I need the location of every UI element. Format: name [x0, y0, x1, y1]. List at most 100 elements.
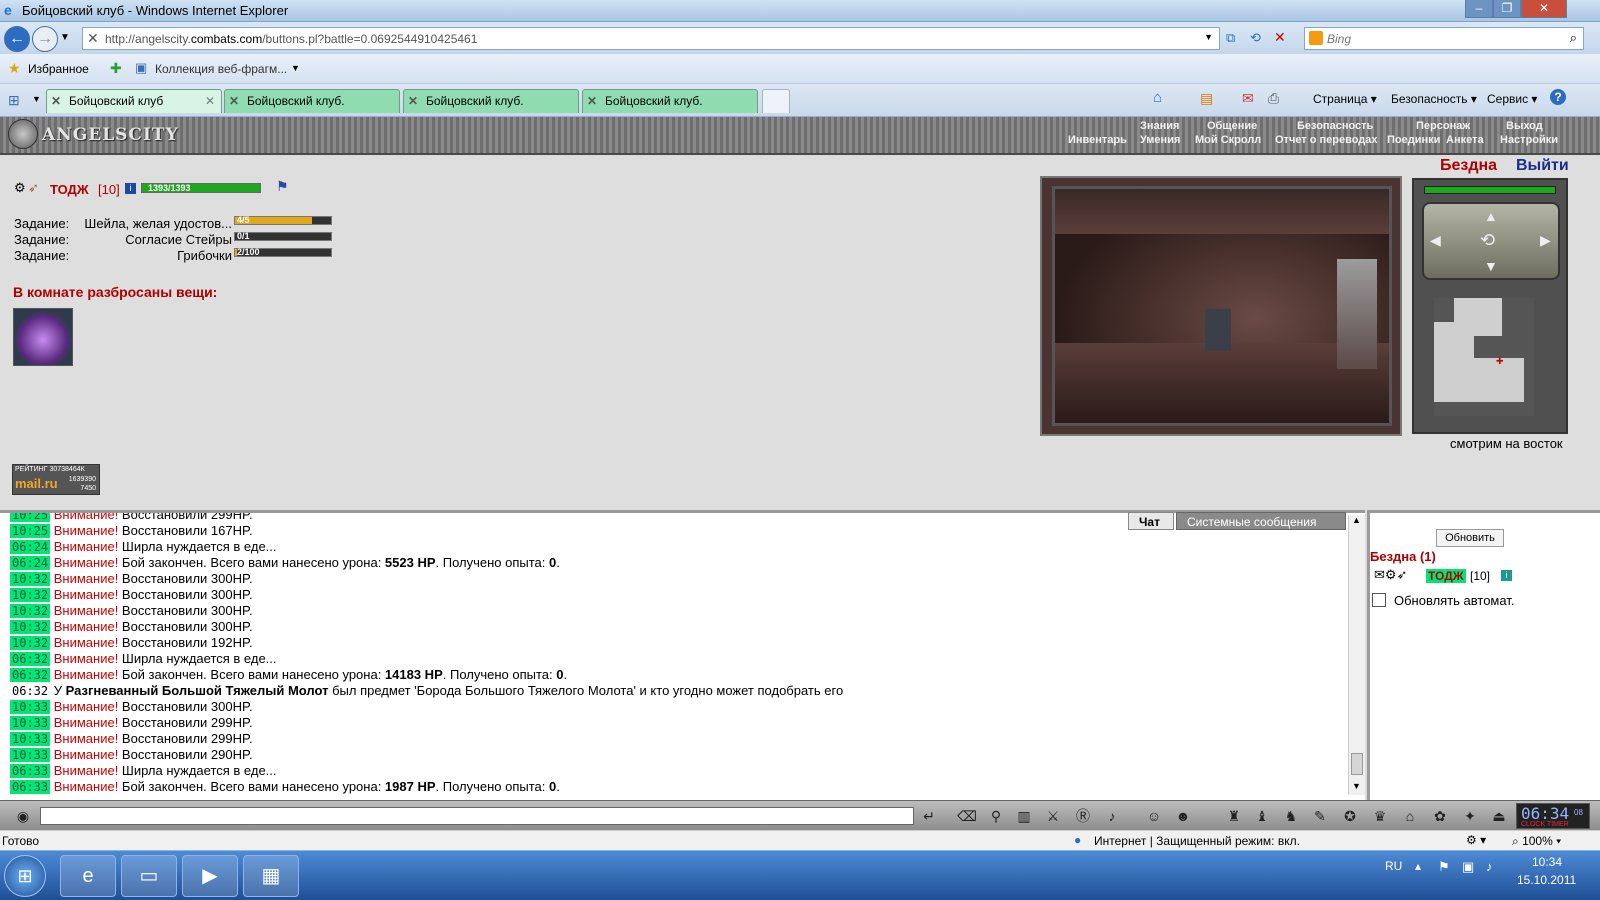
exit-icon[interactable]: ⏏ [1488, 806, 1510, 826]
arrow-down-icon[interactable]: ▼ [1484, 258, 1498, 274]
fight-icon[interactable]: ⚔ [1042, 806, 1064, 826]
tab-close-icon[interactable]: ✕ [205, 90, 215, 112]
close-button[interactable]: ✕ [1521, 0, 1567, 18]
message-timestamp[interactable]: 10:33 [10, 732, 51, 746]
exit-link[interactable]: Выйти [1516, 157, 1569, 175]
history-dropdown-icon[interactable]: ▼ [60, 32, 70, 43]
message-timestamp[interactable]: 10:32 [10, 588, 51, 602]
tray-flag-icon[interactable]: ⚑ [1438, 859, 1450, 875]
potion-item-icon[interactable] [13, 308, 73, 366]
action-icon-8[interactable]: ✿ [1429, 806, 1451, 826]
message-timestamp[interactable]: 06:33 [10, 780, 51, 794]
room-user-info-icon[interactable]: i [1501, 570, 1512, 581]
menu-skills[interactable]: Умения [1140, 134, 1180, 146]
tray-arrow-icon[interactable]: ▴ [1415, 859, 1421, 873]
service-menu[interactable]: Сервис ▾ [1487, 92, 1537, 106]
tab-4[interactable]: ✕ Бойцовский клуб. [582, 89, 758, 113]
message-timestamp[interactable]: 10:32 [10, 604, 51, 618]
compat-icon[interactable]: ⧉ [1226, 30, 1235, 46]
menu-fights[interactable]: Поединки [1387, 134, 1440, 146]
mask-icon[interactable]: ☻ [1172, 806, 1194, 826]
protected-mode-icon[interactable]: ⚙ ▾ [1466, 833, 1486, 847]
print-icon[interactable]: ⎙ [1268, 90, 1279, 107]
language-indicator[interactable]: RU [1385, 859, 1402, 873]
message-timestamp[interactable]: 06:32 [10, 652, 51, 666]
menu-profile[interactable]: Анкета [1446, 134, 1484, 146]
action-icon-6[interactable]: ♛ [1369, 806, 1391, 826]
message-timestamp[interactable]: 10:33 [10, 700, 51, 714]
mail-ru-counter[interactable]: РЕЙТИНГ 30738464К mail.ru 1639390 7450 [12, 464, 100, 495]
npc-figure-icon[interactable] [1337, 259, 1377, 369]
message-timestamp[interactable]: 10:32 [10, 620, 51, 634]
player-name[interactable]: ТОДЖ [50, 182, 89, 197]
action-icon-5[interactable]: ✪ [1339, 806, 1361, 826]
scroll-down-icon[interactable]: ▼ [1352, 781, 1361, 791]
search-icon[interactable]: ⌕ [1570, 30, 1577, 46]
taskbar-app-icon[interactable]: ▦ [243, 855, 299, 897]
turn-right-icon[interactable]: ▶ [1540, 232, 1551, 249]
chat-mode-icon[interactable]: ◉ [12, 806, 34, 826]
flag-icon[interactable]: ⚑ [276, 178, 289, 195]
gallery-dropdown-icon[interactable]: ▼ [291, 63, 300, 73]
tray-volume-icon[interactable]: ♪ [1486, 859, 1493, 874]
safety-menu[interactable]: Безопасность ▾ [1391, 92, 1477, 106]
smile-icon[interactable]: ☺ [1143, 806, 1165, 826]
back-button[interactable]: ← [4, 26, 30, 52]
arrow-up-icon[interactable]: ▲ [1484, 208, 1498, 224]
message-timestamp[interactable]: 06:33 [10, 764, 51, 778]
action-icon-2[interactable]: ♝ [1251, 806, 1273, 826]
maximize-button[interactable]: ❐ [1493, 0, 1521, 18]
message-timestamp[interactable]: 10:32 [10, 572, 51, 586]
forward-button[interactable]: → [32, 26, 58, 52]
quick-tabs-icon[interactable]: ⊞ [8, 92, 20, 109]
start-button[interactable]: ⊞ [4, 855, 46, 897]
refresh-button[interactable]: Обновить [1436, 529, 1504, 547]
clear-icon[interactable]: ⌫ [956, 806, 978, 826]
zoom-level[interactable]: ⌕ 100% ▾ [1512, 834, 1561, 849]
info-icon[interactable]: i [125, 183, 136, 194]
stop-icon[interactable]: ✕ [1274, 29, 1286, 46]
room-user-name[interactable]: ТОДЖ [1426, 569, 1466, 583]
help-icon[interactable]: ? [1550, 89, 1566, 105]
tab-list-dropdown-icon[interactable]: ▼ [32, 94, 41, 104]
menu-communication[interactable]: Общение [1207, 120, 1257, 132]
rss-icon[interactable]: ▤ [1200, 90, 1213, 107]
message-timestamp[interactable]: 10:25 [10, 524, 51, 538]
address-bar[interactable]: ✕ http://angelscity.combats.com/buttons.… [82, 27, 1220, 50]
search-box[interactable]: Bing ⌕ [1304, 27, 1584, 50]
sound-icon[interactable]: ♪ [1101, 806, 1123, 826]
filter-icon[interactable]: ⚲ [985, 806, 1007, 826]
refresh-view-icon[interactable]: ⟲ [1480, 230, 1495, 251]
menu-transfers[interactable]: Отчет о переводах [1275, 134, 1378, 146]
action-icon-9[interactable]: ✦ [1459, 806, 1481, 826]
message-timestamp[interactable]: 06:32 [10, 684, 50, 698]
chat-scrollbar[interactable]: ▲ ▼ [1348, 515, 1365, 795]
web-slice-gallery[interactable]: Коллекция веб-фрагм... [155, 62, 287, 76]
urn-object-icon[interactable] [1205, 309, 1231, 351]
message-timestamp[interactable]: 06:24 [10, 540, 51, 554]
menu-security[interactable]: Безопасность [1297, 120, 1373, 132]
message-timestamp[interactable]: 10:32 [10, 636, 51, 650]
tab-chat[interactable]: Чат [1128, 512, 1174, 530]
scroll-up-icon[interactable]: ▲ [1352, 515, 1361, 525]
tab-system-messages[interactable]: Системные сообщения [1176, 512, 1346, 530]
clan-icon[interactable]: ⚙ [14, 180, 26, 196]
menu-inventory[interactable]: Инвентарь [1068, 134, 1127, 146]
action-icon-3[interactable]: ♞ [1280, 806, 1302, 826]
translit-icon[interactable]: Ⓡ [1072, 806, 1094, 826]
action-icon-4[interactable]: ✎ [1309, 806, 1331, 826]
favorites-button[interactable]: Избранное [28, 62, 89, 76]
message-timestamp[interactable]: 10:25 [10, 513, 51, 522]
new-tab-button[interactable] [762, 89, 790, 113]
page-menu[interactable]: Страница ▾ [1313, 92, 1377, 106]
clock-date[interactable]: 15.10.2011 [1517, 873, 1576, 887]
tab-3[interactable]: ✕ Бойцовский клуб. [403, 89, 579, 113]
menu-character[interactable]: Персонаж [1416, 120, 1470, 132]
clock-time[interactable]: 10:34 [1532, 855, 1562, 869]
action-icon-1[interactable]: ♜ [1223, 806, 1245, 826]
taskbar-explorer-icon[interactable]: ▭ [121, 855, 177, 897]
scroll-thumb[interactable] [1351, 753, 1363, 775]
send-icon[interactable]: ↵ [918, 806, 940, 826]
menu-knowledge[interactable]: Знания [1140, 120, 1179, 132]
url-dropdown-icon[interactable]: ▼ [1204, 32, 1213, 42]
